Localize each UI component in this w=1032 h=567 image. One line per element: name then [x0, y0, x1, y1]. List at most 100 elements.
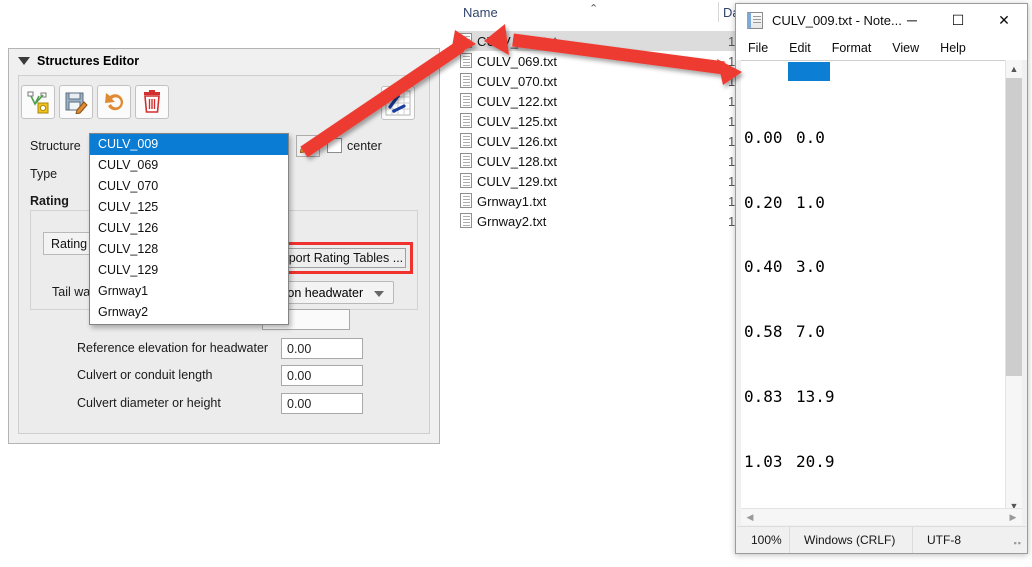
type-label: Type [30, 167, 57, 181]
structure-label: Structure [30, 139, 81, 153]
culvert-diameter-label: Culvert diameter or height [77, 396, 221, 410]
file-row-culv-128[interactable]: CULV_128.txt 1/ [455, 151, 742, 171]
notepad-app-icon [747, 12, 763, 29]
tail-water-label: Tail wat [52, 285, 94, 299]
scroll-left-icon[interactable]: ◀ [741, 509, 759, 525]
dropdown-option-culv-125[interactable]: CULV_125 [90, 197, 288, 218]
undo-arrow-icon [102, 90, 126, 114]
file-name: CULV_069.txt [477, 54, 557, 69]
file-name: CULV_126.txt [477, 134, 557, 149]
text-line: 0.201.0 [744, 192, 1007, 214]
resize-grip-icon[interactable]: ▪▪ [1014, 538, 1022, 548]
col-2: 13.9 [796, 387, 835, 406]
file-name: Grnway1.txt [477, 194, 546, 209]
structure-browse-button[interactable] [296, 135, 320, 157]
status-line-ending[interactable]: Windows (CRLF) [790, 527, 912, 552]
col-2: 1.0 [796, 193, 825, 212]
text-file-icon [460, 113, 472, 128]
col-2: 20.9 [796, 452, 835, 471]
dropdown-option-culv-128[interactable]: CULV_128 [90, 239, 288, 260]
collapse-triangle-icon[interactable] [18, 57, 30, 65]
edit-structure-icon [26, 90, 50, 114]
notepad-text-area[interactable]: 0.000.0 0.201.0 0.403.0 0.587.0 0.8313.9… [741, 60, 1007, 515]
file-row-culv-122[interactable]: CULV_122.txt 1/ [455, 91, 742, 111]
file-name: Grnway2.txt [477, 214, 546, 229]
col-1: 0.40 [744, 256, 796, 278]
center-checkbox-label: center [347, 139, 382, 153]
text-file-icon [460, 213, 472, 228]
col-1: 0.83 [744, 386, 796, 408]
reference-elevation-field[interactable]: 0.00 [281, 338, 363, 359]
notepad-titlebar[interactable]: CULV_009.txt - Note... ─ ☐ ✕ [736, 4, 1027, 36]
status-zoom[interactable]: 100% [737, 527, 789, 552]
notepad-window: CULV_009.txt - Note... ─ ☐ ✕ File Edit F… [735, 3, 1028, 554]
menu-file[interactable]: File [748, 41, 768, 55]
menu-view[interactable]: View [892, 41, 919, 55]
delete-button[interactable] [135, 85, 169, 119]
column-header-name[interactable]: Name [463, 5, 498, 20]
close-button[interactable]: ✕ [981, 4, 1027, 36]
dropdown-option-culv-009[interactable]: CULV_009 [90, 134, 288, 155]
culvert-length-field[interactable]: 0.00 [281, 365, 363, 386]
menu-format[interactable]: Format [832, 41, 872, 55]
file-name: CULV_129.txt [477, 174, 557, 189]
minimize-button[interactable]: ─ [889, 4, 935, 36]
text-line: 0.587.0 [744, 321, 1007, 343]
file-row-culv-069[interactable]: CULV_069.txt 1/ [455, 51, 742, 71]
culvert-length-label: Culvert or conduit length [77, 368, 213, 382]
text-selection-highlight [788, 62, 830, 81]
structure-dropdown-list[interactable]: CULV_009 CULV_069 CULV_070 CULV_125 CULV… [89, 133, 289, 325]
scroll-right-icon[interactable]: ▶ [1004, 509, 1022, 525]
dropdown-option-culv-070[interactable]: CULV_070 [90, 176, 288, 197]
structures-editor-header[interactable]: Structures Editor [9, 49, 439, 73]
file-row-culv-129[interactable]: CULV_129.txt 1/ [455, 171, 742, 191]
notepad-horizontal-scrollbar[interactable]: ◀ ▶ [741, 508, 1022, 525]
file-row-grnway1[interactable]: Grnway1.txt 1/ [455, 191, 742, 211]
status-encoding[interactable]: UTF-8 [913, 527, 961, 552]
text-line: 0.403.0 [744, 256, 1007, 278]
culvert-diameter-field[interactable]: 0.00 [281, 393, 363, 414]
file-row-grnway2[interactable]: Grnway2.txt 1/ [455, 211, 742, 231]
dropdown-option-grnway1[interactable]: Grnway1 [90, 281, 288, 302]
text-file-icon [460, 73, 472, 88]
text-file-icon [460, 153, 472, 168]
dropdown-option-culv-129[interactable]: CULV_129 [90, 260, 288, 281]
text-line: 1.0320.9 [744, 451, 1007, 473]
undo-button[interactable] [97, 85, 131, 119]
file-row-culv-125[interactable]: CULV_125.txt 1/ [455, 111, 742, 131]
scrollbar-thumb[interactable] [1006, 78, 1022, 376]
text-line: 0.8313.9 [744, 386, 1007, 408]
edit-structure-button[interactable] [21, 85, 55, 119]
file-row-culv-126[interactable]: CULV_126.txt 1/ [455, 131, 742, 151]
file-name: CULV_128.txt [477, 154, 557, 169]
plot-button[interactable] [381, 86, 415, 120]
file-row-culv-009[interactable]: CULV_009.txt 1/ [455, 31, 742, 51]
text-file-icon [460, 193, 472, 208]
structures-editor-title: Structures Editor [37, 54, 139, 68]
file-name: CULV_009.txt [477, 34, 557, 49]
sort-caret-icon[interactable]: ⌃ [589, 2, 598, 15]
text-file-icon [460, 173, 472, 188]
menu-help[interactable]: Help [940, 41, 966, 55]
dropdown-option-culv-126[interactable]: CULV_126 [90, 218, 288, 239]
center-checkbox[interactable] [327, 138, 342, 153]
file-row-culv-070[interactable]: CULV_070.txt 1/ [455, 71, 742, 91]
maximize-button[interactable]: ☐ [935, 4, 981, 36]
import-rating-tables-button[interactable]: Import Rating Tables ... [272, 248, 406, 268]
text-line: 0.000.0 [744, 127, 1007, 149]
rating-label: Rating [30, 194, 69, 208]
notepad-menubar: File Edit Format View Help [736, 36, 1027, 60]
chevron-down-icon [374, 291, 384, 297]
dropdown-option-culv-069[interactable]: CULV_069 [90, 155, 288, 176]
save-structure-button[interactable] [59, 85, 93, 119]
col-1: 1.03 [744, 451, 796, 473]
dropdown-option-grnway2[interactable]: Grnway2 [90, 302, 288, 323]
notepad-vertical-scrollbar[interactable]: ▲ ▼ [1005, 60, 1022, 515]
floppy-save-icon [64, 90, 88, 114]
column-divider [718, 2, 719, 22]
scroll-up-icon[interactable]: ▲ [1006, 60, 1022, 78]
text-file-icon [460, 93, 472, 108]
menu-edit[interactable]: Edit [789, 41, 811, 55]
col-1: 0.58 [744, 321, 796, 343]
col-1: 0.20 [744, 192, 796, 214]
